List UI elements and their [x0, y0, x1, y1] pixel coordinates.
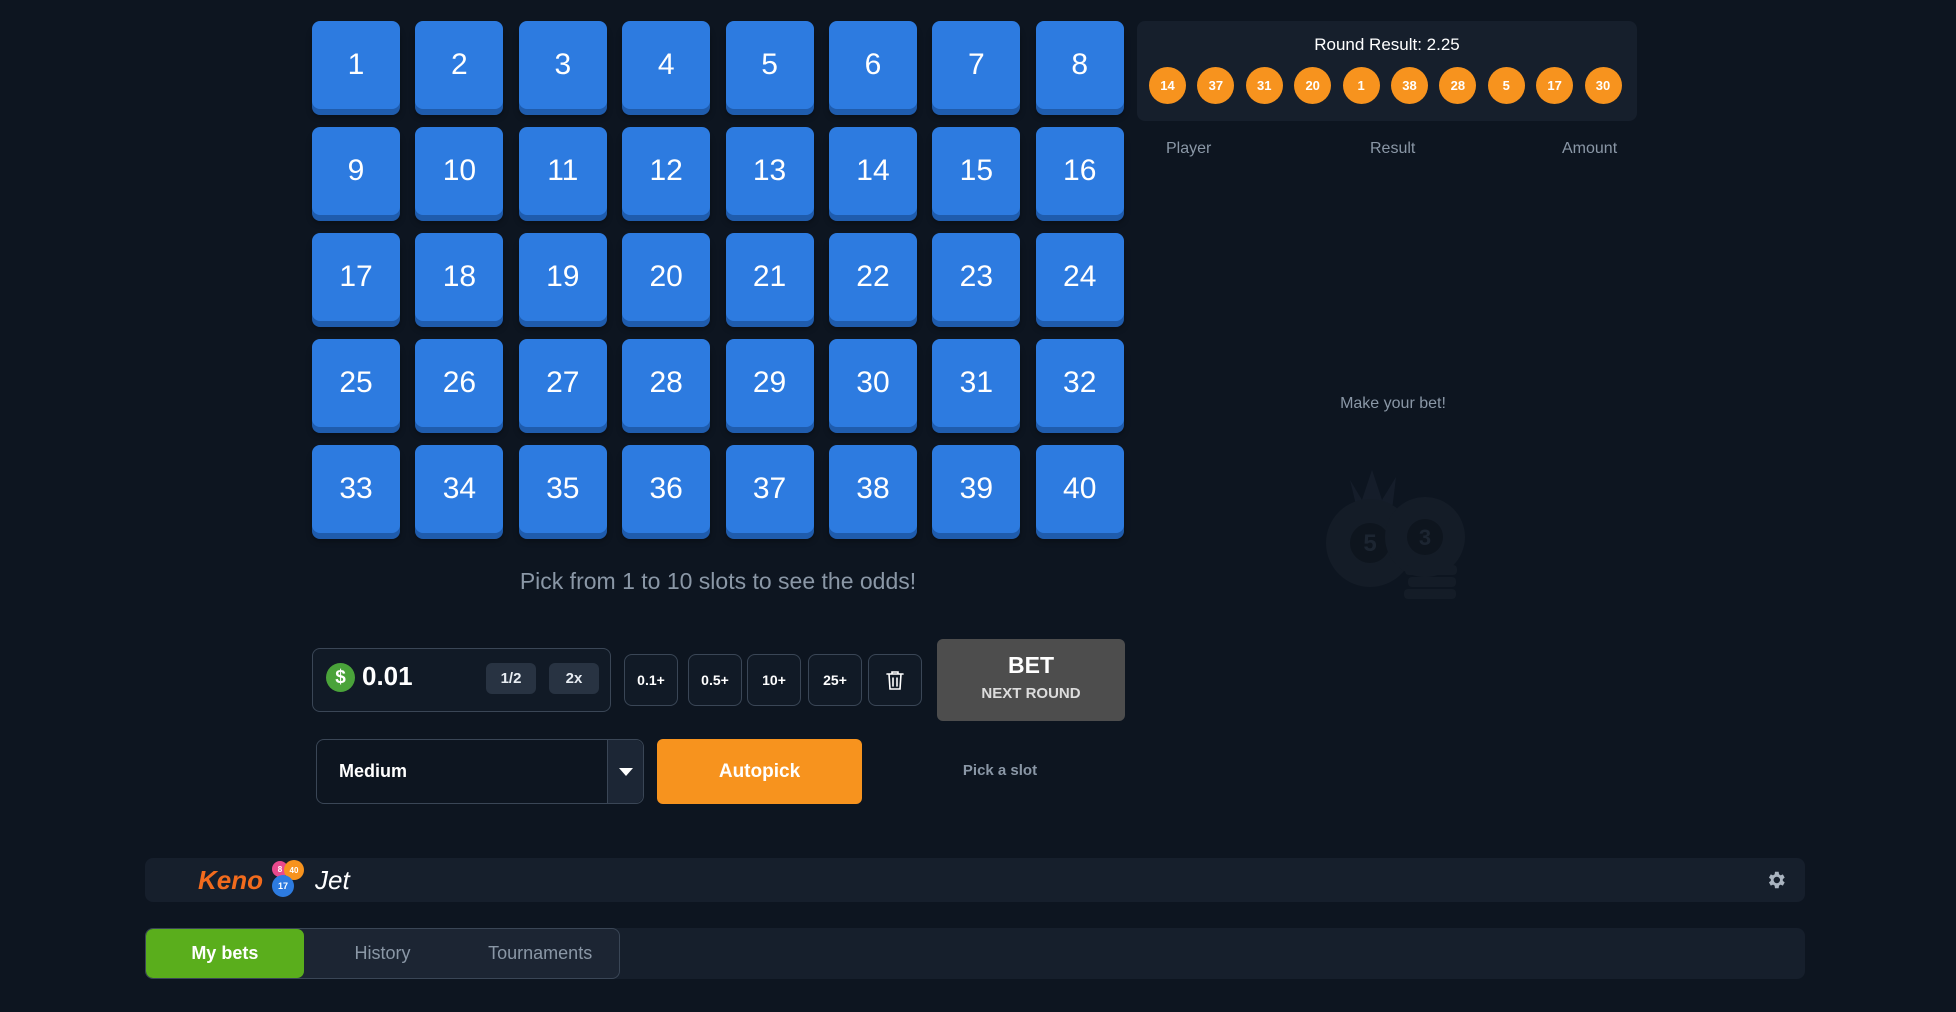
result-ball: 31 [1245, 67, 1283, 104]
pick-slot-text: Pick a slot [962, 762, 1038, 779]
number-tile[interactable]: 4 [622, 21, 711, 109]
number-tile[interactable]: 39 [932, 445, 1021, 533]
number-tile[interactable]: 23 [932, 233, 1021, 321]
clear-button[interactable] [868, 654, 922, 706]
number-tile[interactable]: 2 [415, 21, 504, 109]
number-tile[interactable]: 28 [622, 339, 711, 427]
tab-tournaments[interactable]: Tournaments [461, 929, 619, 978]
result-ball: 5 [1487, 67, 1525, 104]
svg-text:40: 40 [290, 866, 299, 875]
bottom-tab-bar: My bets History Tournaments [145, 928, 1805, 979]
number-tile[interactable]: 24 [1035, 233, 1124, 321]
tab-history[interactable]: History [304, 929, 462, 978]
number-tile[interactable]: 34 [415, 445, 504, 533]
round-result-panel: Round Result: 2.25 14 37 31 20 1 38 28 5 17 30 [1137, 21, 1637, 121]
number-tile[interactable]: 27 [518, 339, 607, 427]
bet-button-label: BET [1008, 652, 1054, 678]
number-tile[interactable]: 8 [1035, 21, 1124, 109]
autopick-button[interactable]: Autopick [657, 739, 862, 804]
keno-jet-logo: Keno 8 40 17 Jet [198, 858, 350, 902]
column-header-player: Player [1166, 140, 1212, 157]
result-ball: 30 [1584, 67, 1622, 104]
svg-text:8: 8 [278, 865, 283, 874]
number-tile[interactable]: 30 [828, 339, 917, 427]
chevron-down-icon[interactable] [607, 740, 643, 803]
result-balls: 14 37 31 20 1 38 28 5 17 30 [1149, 67, 1622, 104]
result-ball: 1 [1342, 67, 1380, 104]
tabs: My bets History Tournaments [145, 928, 620, 979]
number-tile[interactable]: 20 [622, 233, 711, 321]
keno-game: 1 2 3 4 5 6 7 8 9 10 11 12 13 14 15 16 17 18 19 20 21 22 23 24 2… [0, 0, 1956, 1012]
number-tile[interactable]: 25 [312, 339, 400, 427]
bet-button-sublabel: NEXT ROUND [981, 685, 1081, 702]
tab-my-bets[interactable]: My bets [146, 929, 304, 978]
number-tile[interactable]: 40 [1035, 445, 1124, 533]
number-tile[interactable]: 38 [828, 445, 917, 533]
quick-amount-button[interactable]: 0.1+ [624, 654, 678, 706]
number-tile[interactable]: 10 [415, 127, 504, 215]
number-tile[interactable]: 6 [828, 21, 917, 109]
quick-amount-button[interactable]: 10+ [747, 654, 801, 706]
result-ball: 17 [1536, 67, 1574, 104]
number-tile[interactable]: 18 [415, 233, 504, 321]
trash-icon [886, 671, 904, 690]
result-ball: 38 [1390, 67, 1428, 104]
number-tile[interactable]: 22 [828, 233, 917, 321]
double-bet-button[interactable]: 2x [549, 663, 599, 694]
number-tile[interactable]: 32 [1035, 339, 1124, 427]
number-tile[interactable]: 15 [932, 127, 1021, 215]
column-header-amount: Amount [1562, 140, 1618, 157]
number-tile[interactable]: 14 [828, 127, 917, 215]
number-tile[interactable]: 37 [725, 445, 814, 533]
number-tile[interactable]: 9 [312, 127, 400, 215]
number-tile[interactable]: 21 [725, 233, 814, 321]
number-tile[interactable]: 5 [725, 21, 814, 109]
number-tile[interactable]: 3 [518, 21, 607, 109]
result-ball: 14 [1149, 67, 1186, 104]
bet-button[interactable]: BET NEXT ROUND [937, 639, 1125, 721]
risk-select-value: Medium [339, 761, 408, 781]
logo-text-jet: Jet [315, 864, 350, 895]
number-tile[interactable]: 26 [415, 339, 504, 427]
number-tile[interactable]: 1 [312, 21, 400, 109]
quick-amount-button[interactable]: 0.5+ [688, 654, 742, 706]
bet-amount-value[interactable]: 0.01 [362, 661, 413, 692]
logo-bar: Keno 8 40 17 Jet [145, 858, 1805, 902]
dollar-icon: $ [326, 663, 355, 692]
column-header-result: Result [1370, 140, 1416, 157]
svg-text:3: 3 [1419, 525, 1431, 550]
number-tile[interactable]: 7 [932, 21, 1021, 109]
number-tile[interactable]: 16 [1035, 127, 1124, 215]
svg-text:5: 5 [1363, 530, 1376, 557]
risk-select[interactable]: Medium [316, 739, 644, 804]
gear-icon[interactable] [1765, 869, 1787, 891]
number-tile[interactable]: 33 [312, 445, 400, 533]
number-tile[interactable]: 17 [312, 233, 400, 321]
bet-amount-field[interactable]: $ 0.01 1/2 2x [312, 648, 611, 712]
result-ball: 28 [1439, 67, 1477, 104]
result-ball: 20 [1294, 67, 1332, 104]
svg-text:17: 17 [278, 881, 288, 891]
logo-balls-icon: 8 40 17 [272, 860, 304, 897]
round-result-title: Round Result: 2.25 [1314, 35, 1460, 54]
half-bet-button[interactable]: 1/2 [486, 663, 536, 694]
number-tile[interactable]: 31 [932, 339, 1021, 427]
number-tile[interactable]: 36 [622, 445, 711, 533]
number-tile[interactable]: 29 [725, 339, 814, 427]
number-grid: 1 2 3 4 5 6 7 8 9 10 11 12 13 14 15 16 17 18 19 20 21 22 23 24 2… [312, 21, 1124, 533]
number-tile[interactable]: 11 [518, 127, 607, 215]
empty-state-text: Make your bet! [1340, 395, 1446, 412]
odds-hint: Pick from 1 to 10 slots to see the odds! [519, 568, 917, 594]
number-tile[interactable]: 13 [725, 127, 814, 215]
keno-balls-illustration: 5 3 [1326, 470, 1465, 599]
number-tile[interactable]: 35 [518, 445, 607, 533]
number-tile[interactable]: 12 [622, 127, 711, 215]
quick-amount-button[interactable]: 25+ [808, 654, 862, 706]
logo-text-keno: Keno [198, 864, 263, 895]
number-tile[interactable]: 19 [518, 233, 607, 321]
result-ball: 37 [1197, 67, 1235, 104]
